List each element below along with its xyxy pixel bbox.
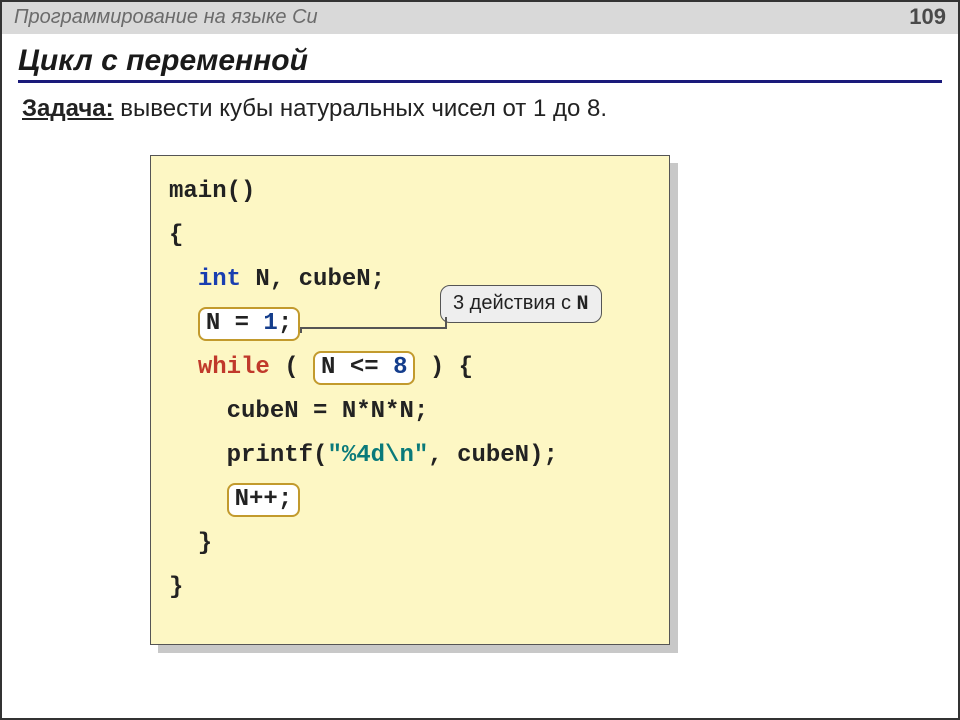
- code-l5c: ) {: [415, 354, 473, 381]
- code-l9: }: [169, 530, 212, 557]
- kw-while: while: [198, 354, 270, 381]
- code-block: main() { int N, cubeN; N = 1; while ( N …: [150, 155, 670, 645]
- connector-2: [300, 327, 447, 329]
- code-l3b: N, cubeN;: [241, 266, 385, 293]
- connector-3: [300, 327, 302, 333]
- code-l5b: (: [270, 354, 313, 381]
- hl-init: N = 1;: [198, 307, 300, 341]
- task-label: Задача:: [22, 95, 114, 122]
- code-l6: cubeN = N*N*N;: [169, 398, 428, 425]
- code-l7b: , cubeN);: [428, 442, 558, 469]
- slide-title: Цикл с переменной: [18, 44, 942, 83]
- code-l10: }: [169, 574, 183, 601]
- kw-int: int: [198, 266, 241, 293]
- slide-header: Программирование на языке Си 109: [0, 0, 960, 34]
- hl-cond: N <= 8: [313, 351, 415, 385]
- code-l5a: [169, 354, 198, 381]
- code-l7a: printf(: [169, 442, 327, 469]
- callout-3-actions: 3 действия с N: [440, 285, 602, 323]
- code-l3a: [169, 266, 198, 293]
- fmt-string: "%4d\n": [327, 442, 428, 469]
- code-l1: main(): [169, 178, 255, 205]
- subject-label: Программирование на языке Си: [14, 6, 318, 29]
- page-number: 109: [909, 4, 946, 30]
- code-l8a: [169, 486, 227, 513]
- task-line: Задача: вывести кубы натуральных чисел о…: [22, 95, 938, 123]
- callout-var: N: [577, 293, 589, 316]
- hl-inc: N++;: [227, 483, 301, 517]
- callout-text: 3 действия с: [453, 292, 577, 314]
- task-text: вывести кубы натуральных чисел от 1 до 8…: [114, 95, 607, 122]
- code-box: main() { int N, cubeN; N = 1; while ( N …: [150, 155, 670, 645]
- code-l2: {: [169, 222, 183, 249]
- code-l4a: [169, 310, 198, 337]
